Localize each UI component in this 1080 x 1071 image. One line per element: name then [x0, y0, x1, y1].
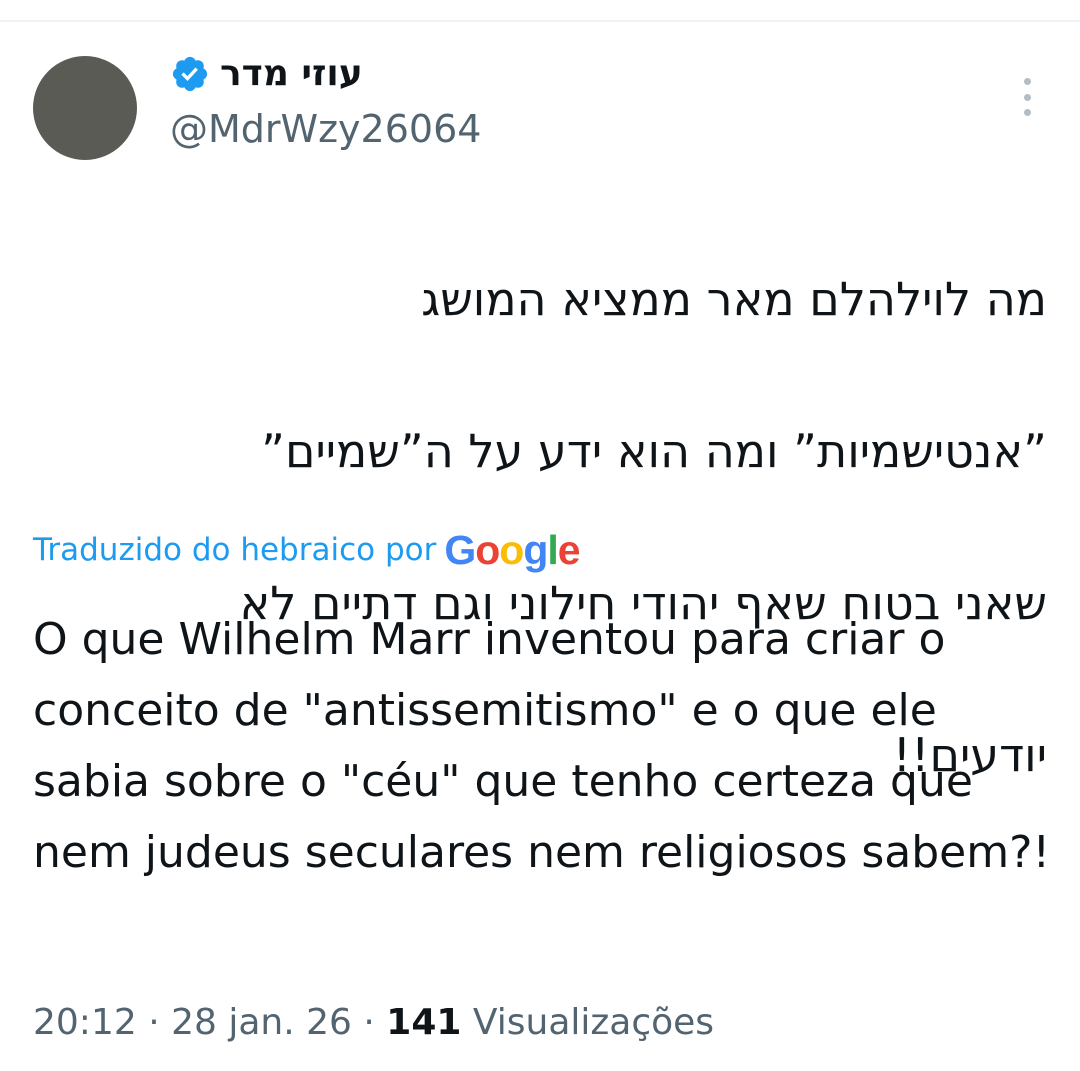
tweet-text-line: ”אנטישמיות” ומה הוא ידע על ה”שמיים”: [261, 424, 1047, 478]
tweet-meta: 20:12 · 28 jan. 26 · 141 Visualizações: [33, 998, 714, 1048]
views-label[interactable]: Visualizações: [473, 1002, 714, 1043]
meta-separator: ·: [148, 1002, 160, 1043]
tweet-text-line: מה לוילהלם מאר ממציא המושג: [421, 272, 1047, 326]
tweet-time[interactable]: 20:12: [33, 1002, 137, 1043]
avatar[interactable]: [33, 56, 137, 160]
meta-separator: ·: [363, 1002, 375, 1043]
google-logo: Google: [444, 527, 580, 573]
tweet-header: עוזי מדר @MdrWzy26064: [170, 50, 610, 154]
more-vertical-icon: [1023, 78, 1031, 85]
views-count[interactable]: 141: [386, 1002, 461, 1043]
more-options-button[interactable]: [1010, 76, 1044, 118]
author-display-name[interactable]: עוזי מדר: [220, 50, 363, 98]
top-divider: [0, 20, 1080, 22]
name-row[interactable]: עוזי מדר: [170, 50, 610, 98]
tweet-date[interactable]: 28 jan. 26: [171, 1002, 352, 1043]
author-handle[interactable]: @MdrWzy26064: [170, 104, 610, 154]
translation-attribution[interactable]: Traduzido do hebraico por Google: [33, 525, 581, 575]
verified-badge-icon[interactable]: [170, 54, 210, 94]
translated-text: O que Wilhelm Marr inventou para criar o…: [33, 614, 1051, 878]
translation-label[interactable]: Traduzido do hebraico por: [33, 532, 436, 568]
